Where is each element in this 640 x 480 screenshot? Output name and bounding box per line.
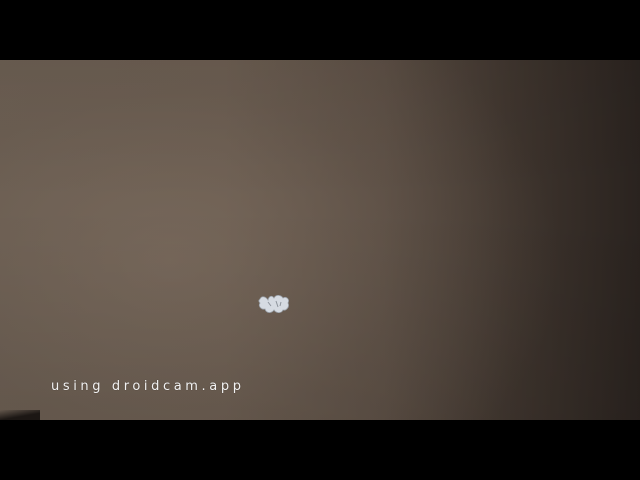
corner-shadow <box>0 410 40 420</box>
wall-speck-icon <box>258 294 289 314</box>
video-feed: using droidcam.app <box>0 60 640 420</box>
camera-viewer: using droidcam.app <box>0 0 640 480</box>
video-vignette <box>0 60 640 420</box>
letterbox-top <box>0 0 640 60</box>
watermark-text: using droidcam.app <box>51 379 245 394</box>
letterbox-bottom <box>0 420 640 480</box>
